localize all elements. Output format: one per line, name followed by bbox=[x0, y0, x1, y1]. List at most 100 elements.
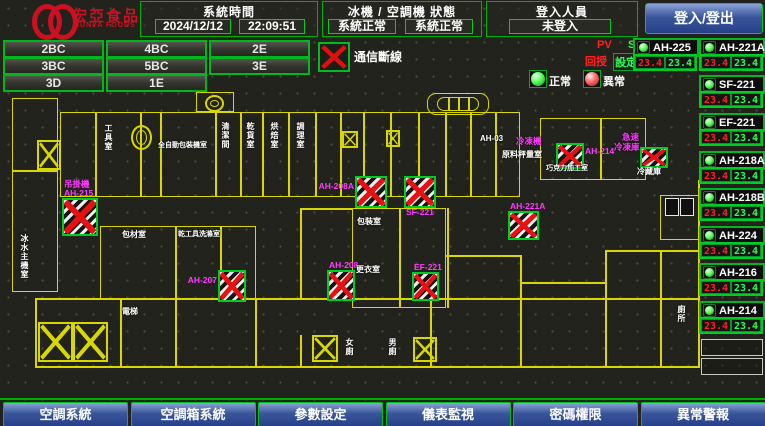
floor-button-2e[interactable]: 2E bbox=[209, 40, 310, 58]
wall bbox=[520, 298, 522, 368]
menu-button-5[interactable]: 密碼權限 bbox=[513, 402, 638, 426]
floor-button-2bc[interactable]: 2BC bbox=[3, 40, 104, 58]
room-label: 乾貨室 bbox=[246, 122, 255, 149]
system-time-label: 系統時間 bbox=[141, 3, 317, 20]
wall bbox=[160, 112, 162, 197]
ahu-equipment-icon[interactable]: SF-221 bbox=[404, 176, 436, 208]
unit-status-led bbox=[703, 191, 716, 204]
abnormal-legend-label: 異常 bbox=[603, 73, 625, 89]
wall bbox=[458, 97, 460, 111]
unit-pv-value: 23.4 bbox=[701, 244, 731, 257]
menu-button-1[interactable]: 空調系統 bbox=[3, 402, 128, 426]
menu-button-3[interactable]: 參數設定 bbox=[258, 402, 383, 426]
floor-button-3d[interactable]: 3D bbox=[3, 74, 104, 92]
menu-button-2[interactable]: 空調箱系統 bbox=[131, 402, 256, 426]
equipment-label: AH-214 bbox=[585, 147, 614, 156]
unit-pv-value: 23.4 bbox=[701, 131, 731, 144]
room-label: 原料秤量室 bbox=[502, 150, 542, 159]
unit-status-led bbox=[637, 41, 650, 54]
ahu-equipment-icon[interactable]: AH-207 bbox=[218, 270, 246, 302]
unit-sv-value: 23.4 bbox=[731, 281, 761, 294]
room-label: 調理室 bbox=[296, 122, 305, 149]
unit-name-label: SF-221 bbox=[719, 79, 755, 91]
login-logout-button[interactable]: 登入/登出 bbox=[645, 3, 763, 34]
equipment-label: AH-208 bbox=[329, 261, 358, 270]
unit-values-ah-216: 23.423.4 bbox=[699, 279, 763, 296]
empty-unit-slot bbox=[701, 358, 763, 375]
unit-values-ah-214: 23.423.4 bbox=[699, 317, 763, 334]
system-time-panel: 系統時間 2024/12/12 22:09:51 bbox=[140, 1, 318, 37]
floor-button-5bc[interactable]: 5BC bbox=[106, 57, 207, 75]
wall bbox=[468, 97, 470, 111]
shaft-icon bbox=[386, 130, 400, 147]
unit-status-led bbox=[703, 229, 716, 242]
wall bbox=[660, 195, 700, 240]
floor-button-4bc[interactable]: 4BC bbox=[106, 40, 207, 58]
wall bbox=[390, 112, 392, 197]
ahu-equipment-icon[interactable]: AH-208A bbox=[355, 176, 387, 208]
room-label: 包裝室 bbox=[357, 217, 381, 226]
equipment-label: AH-207 bbox=[188, 276, 217, 285]
machine-status-label: 冰機 / 空調機 狀態 bbox=[323, 3, 481, 20]
shaft-icon bbox=[37, 140, 61, 170]
room-label: 工具室 bbox=[104, 124, 113, 151]
room-label: 烘焙室 bbox=[270, 122, 279, 149]
menu-button-6[interactable]: 異常警報 bbox=[641, 402, 765, 426]
unit-pv-value: 23.4 bbox=[701, 169, 731, 182]
wall bbox=[215, 112, 217, 197]
unit-name-label: AH-221A bbox=[719, 42, 765, 54]
wall bbox=[605, 250, 607, 368]
menu-button-4[interactable]: 儀表監視 bbox=[386, 402, 511, 426]
empty-unit-slot bbox=[701, 339, 763, 356]
room-label: AH-03 bbox=[480, 134, 503, 143]
unit-values-ah-221a: 23.423.4 bbox=[699, 54, 763, 71]
unit-pv-value: 23.4 bbox=[701, 319, 731, 332]
abnormal-led-icon bbox=[583, 70, 601, 88]
room-label: 巧克力加工室 bbox=[546, 164, 588, 173]
normal-led-icon bbox=[529, 70, 547, 88]
hmi-screen: 宏亞食品 HUNYA FOODS 系統時間 2024/12/12 22:09:5… bbox=[0, 0, 765, 426]
pv-header-label: PV bbox=[597, 39, 612, 51]
room-label: 清潔間 bbox=[221, 122, 230, 149]
room-label: 急速 bbox=[622, 133, 639, 142]
floor-button-3bc[interactable]: 3BC bbox=[3, 57, 104, 75]
wall bbox=[300, 208, 302, 300]
ac-status-value: 系統正常 bbox=[405, 19, 473, 34]
unit-pv-value: 23.4 bbox=[701, 281, 731, 294]
floor-button-1e[interactable]: 1E bbox=[106, 74, 207, 92]
shaft-icon bbox=[413, 337, 437, 362]
unit-name-label: AH-214 bbox=[719, 305, 757, 317]
wall bbox=[445, 112, 447, 197]
ahu-equipment-icon[interactable]: AH-208 bbox=[327, 270, 355, 301]
floor-button-3e[interactable]: 3E bbox=[209, 57, 310, 75]
equipment-label: AH-208A bbox=[319, 182, 354, 191]
unit-status-led bbox=[703, 116, 716, 129]
wall bbox=[196, 92, 234, 112]
ahu-equipment-icon[interactable]: EF-221 bbox=[412, 272, 439, 301]
ahu-equipment-icon[interactable]: 吊掛機AH-215 bbox=[62, 198, 98, 236]
wall bbox=[35, 298, 700, 300]
main-menu-bar: 空調系統空調箱系統參數設定儀表監視密碼權限異常警報 bbox=[0, 398, 765, 426]
unit-values-ah-225: 23.423.4 bbox=[633, 54, 697, 71]
normal-legend-label: 正常 bbox=[549, 73, 571, 89]
unit-values-ah-224: 23.423.4 bbox=[699, 242, 763, 259]
unit-values-ah-218b: 23.423.4 bbox=[699, 204, 763, 221]
unit-pv-value: 23.4 bbox=[701, 93, 731, 106]
wall bbox=[447, 208, 449, 308]
shaft-icon bbox=[73, 322, 108, 362]
unit-name-label: EF-221 bbox=[719, 117, 755, 129]
wall bbox=[445, 255, 522, 257]
unit-sv-value: 23.4 bbox=[731, 206, 761, 219]
wall bbox=[240, 112, 242, 197]
machine-status-panel: 冰機 / 空調機 狀態 系統正常 系統正常 bbox=[322, 1, 482, 37]
ahu-equipment-icon[interactable]: AH-221A bbox=[508, 211, 539, 240]
wall bbox=[520, 255, 522, 300]
wall bbox=[175, 226, 177, 300]
wall bbox=[315, 112, 317, 197]
ahu-equipment-icon[interactable] bbox=[640, 147, 668, 168]
login-panel: 登入人員 未登入 bbox=[486, 1, 638, 37]
unit-pv-value: 23.4 bbox=[635, 56, 665, 69]
room-label: 包材室 bbox=[122, 230, 146, 239]
room-label: 冷凍庫 bbox=[614, 143, 640, 152]
unit-values-ah-218a: 23.423.4 bbox=[699, 167, 763, 184]
